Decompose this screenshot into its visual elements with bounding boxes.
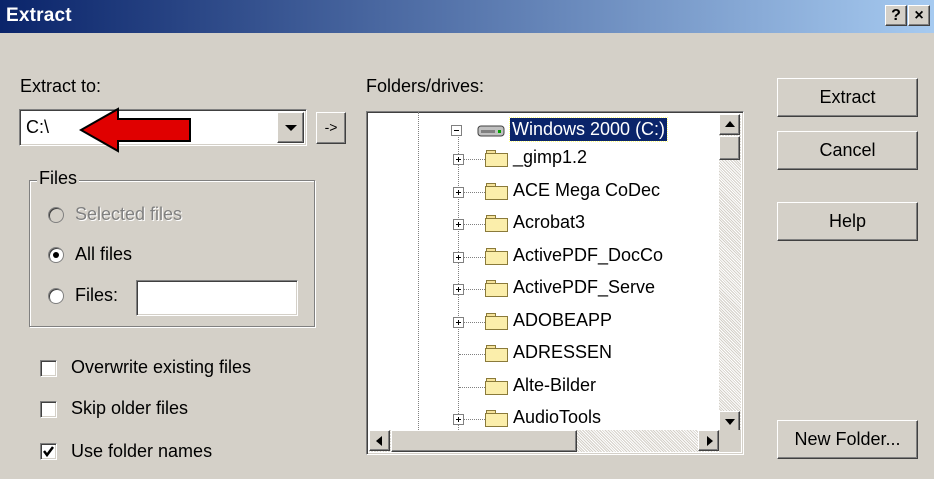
collapse-icon [451, 125, 462, 136]
chevron-down-icon [285, 125, 297, 131]
folder-icon [485, 215, 509, 232]
folder-icon [485, 150, 509, 167]
red-arrow-icon [78, 107, 191, 153]
hard-drive-icon [477, 125, 505, 137]
tree-folder-label: Alte-Bilder [513, 374, 597, 395]
expand-icon[interactable] [453, 316, 464, 328]
use-folder-names-label: Use folder names [71, 441, 213, 461]
horizontal-scrollbar[interactable] [369, 430, 719, 452]
new-folder-button[interactable]: New Folder... [777, 420, 918, 459]
help-title-button[interactable]: ? [885, 5, 907, 26]
extract-to-label-text: Extract to: [20, 76, 102, 96]
radio-selected-dot [53, 252, 59, 258]
scroll-left-button[interactable] [369, 430, 390, 451]
folder-icon [485, 312, 509, 330]
expand-icon[interactable] [453, 219, 464, 230]
help-button[interactable]: Help [777, 202, 918, 241]
tree-root-label: Windows 2000 (C:) [508, 117, 669, 142]
scroll-right-button[interactable] [698, 430, 719, 451]
combobox-dropdown-button[interactable] [277, 112, 304, 143]
scrollbar-corner [719, 430, 741, 452]
folder-tree[interactable]: Windows 2000 (C:) _gimp1.2 ACE Mega CoDec… [366, 111, 744, 455]
chevron-up-icon [725, 121, 735, 127]
expand-icon[interactable] [453, 186, 464, 198]
vertical-scroll-thumb[interactable] [719, 136, 740, 160]
go-button[interactable]: -> [316, 112, 346, 144]
chevron-left-icon [376, 436, 382, 446]
tree-folder-label: _gimp1.2 [513, 147, 588, 167]
scroll-up-button[interactable] [719, 114, 740, 135]
files-pattern-radio[interactable] [48, 288, 64, 304]
chevron-right-icon [707, 436, 713, 446]
use-folder-names-checkbox[interactable] [40, 443, 57, 460]
tree-folder-label: ADOBEAPP [513, 309, 613, 330]
tree-folder-label: ActivePDF_Serve [513, 277, 656, 297]
overwrite-checkbox[interactable] [40, 360, 57, 377]
tree-line [459, 354, 485, 355]
tree-line [418, 112, 419, 432]
expand-icon[interactable] [453, 414, 464, 425]
folder-icon [485, 377, 509, 395]
window-title: Extract [6, 5, 72, 26]
files-pattern-label: Files: [75, 285, 119, 305]
tree-line [459, 386, 485, 388]
scroll-down-button[interactable] [719, 411, 740, 432]
horizontal-scroll-thumb[interactable] [391, 430, 577, 452]
expand-icon[interactable] [453, 251, 464, 263]
files-pattern-input[interactable] [136, 280, 298, 316]
tree-folder-label: ACE Mega CoDec [513, 179, 661, 200]
chevron-down-icon [725, 419, 735, 425]
tree-folder-label: ADRESSEN [513, 342, 613, 362]
all-files-label: All files [75, 244, 133, 264]
selected-files-radio[interactable] [48, 207, 64, 223]
vertical-scrollbar[interactable] [719, 114, 741, 432]
folders-label: Folders/drives: [366, 76, 485, 96]
cancel-button[interactable]: Cancel [777, 131, 918, 170]
folder-icon [485, 345, 509, 362]
selected-files-label: Selected files [75, 204, 183, 224]
expand-icon[interactable] [453, 154, 464, 165]
folder-icon [485, 280, 509, 297]
extract-to-label: Extract to: [20, 76, 101, 97]
folder-icon [485, 410, 509, 427]
tree-folder-label: Acrobat3 [513, 212, 586, 232]
extract-to-value: C:\ [26, 117, 50, 137]
overwrite-label: Overwrite existing files [71, 357, 252, 377]
folder-icon [485, 247, 509, 265]
extract-button[interactable]: Extract [777, 78, 918, 117]
files-group-title: Files [37, 168, 80, 189]
extract-dialog: Extract ? × Extract to: C:\ -> Files Sel… [0, 0, 934, 479]
expand-icon[interactable] [453, 284, 464, 295]
checkmark-icon [43, 446, 54, 458]
folder-icon [485, 182, 509, 200]
skip-older-checkbox[interactable] [40, 401, 57, 418]
skip-older-label: Skip older files [71, 398, 189, 418]
title-bar[interactable]: Extract ? × [0, 0, 934, 33]
close-button[interactable]: × [908, 5, 930, 26]
tree-folder-label: ActivePDF_DocCo [513, 244, 664, 265]
tree-folder-label: AudioTools [513, 407, 602, 427]
all-files-radio[interactable] [48, 247, 64, 263]
